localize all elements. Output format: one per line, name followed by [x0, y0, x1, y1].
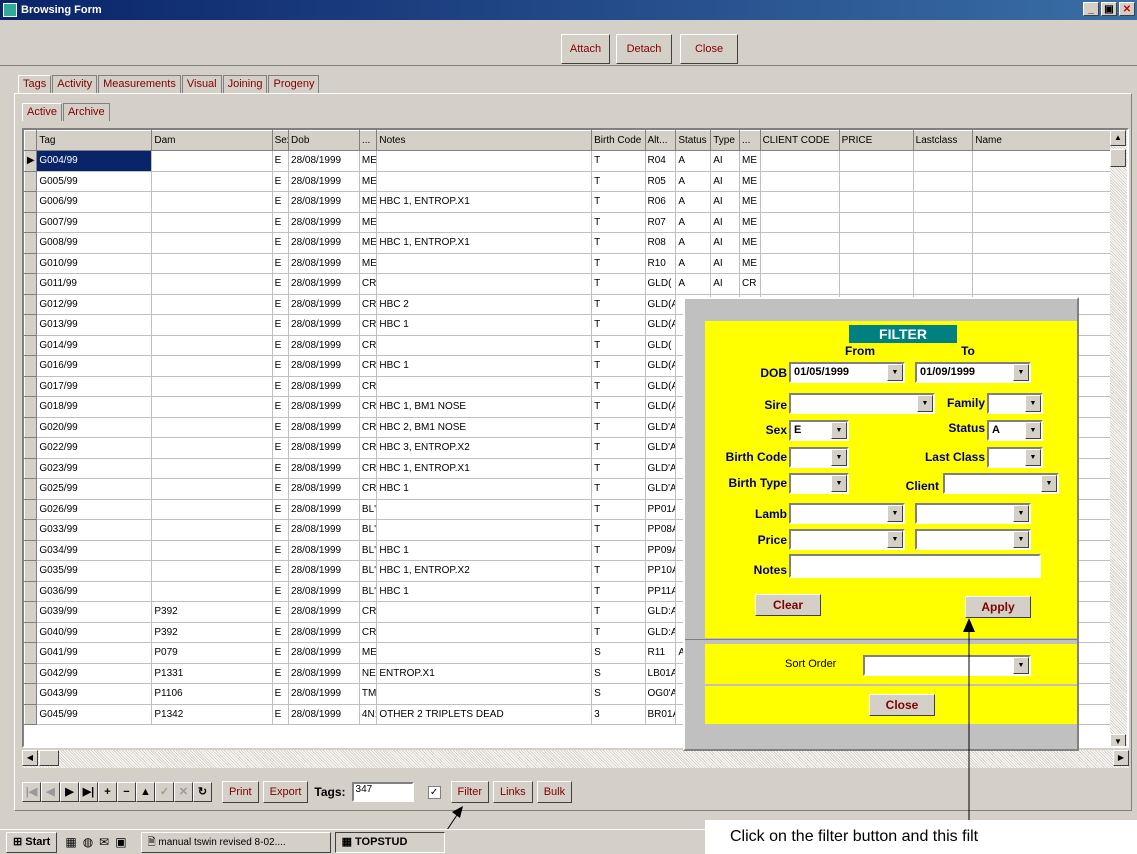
app-icon: ▦: [341, 835, 356, 848]
ie-icon[interactable]: ◍: [83, 835, 93, 849]
desktop-icon[interactable]: ▦: [65, 835, 76, 849]
taskbar-item-topstud[interactable]: ▦ TOPSTUD: [334, 831, 445, 853]
media-icon[interactable]: ▣: [115, 835, 126, 849]
outlook-icon[interactable]: ✉: [99, 835, 109, 849]
word-doc-icon: 🗎: [147, 836, 159, 848]
taskbar-item-manual[interactable]: 🗎 manual tswin revised 8-02....: [140, 831, 331, 853]
annotation-caption: Click on the filter button and this filt: [705, 820, 1137, 854]
windows-logo-icon: ⊞: [13, 835, 26, 848]
quick-launch: ▦ ◍ ✉ ▣: [65, 835, 126, 849]
start-button[interactable]: ⊞ Start: [6, 831, 58, 853]
annotation-arrows: [430, 618, 975, 854]
